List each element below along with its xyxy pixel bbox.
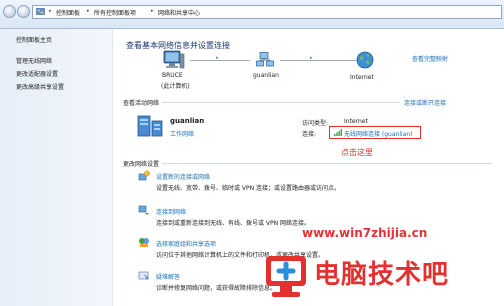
forward-button[interactable] xyxy=(17,5,30,18)
task-troubleshoot[interactable]: 疑难解答 xyxy=(156,272,180,281)
change-settings-heading: 更改网络设置 xyxy=(123,161,160,168)
breadcrumb-all-items[interactable]: 所有控制面板项 xyxy=(94,8,136,17)
breadcrumb-control-panel[interactable]: 控制面板 xyxy=(56,8,80,17)
full-map-link[interactable]: 查看完整映射 xyxy=(412,54,448,63)
brand-text: 电脑技术吧 xyxy=(314,260,450,290)
sidebar-item-home[interactable]: 控制面板主页 xyxy=(16,35,52,44)
map-connector-line xyxy=(190,60,250,61)
sidebar-item-manage-wireless[interactable]: 管理无线网络 xyxy=(16,56,52,65)
map-computer-name: BRUCE xyxy=(162,72,183,79)
computer-icon xyxy=(163,50,185,72)
sidebar-item-advanced-sharing[interactable]: 更改高级共享设置 xyxy=(16,82,64,91)
connect-disconnect-link[interactable]: 连接或断开连接 xyxy=(404,98,446,107)
homegroup-icon xyxy=(138,236,150,250)
map-internet-label: Internet xyxy=(350,74,374,81)
map-connector-line xyxy=(280,60,356,61)
control-panel-icon xyxy=(36,8,45,18)
connect-network-icon xyxy=(138,204,150,218)
computer-logo-icon xyxy=(262,252,312,302)
network-icon xyxy=(256,52,274,70)
click-here-annotation: 点击这里 xyxy=(341,148,373,157)
task-connect-network[interactable]: 连接到网络 xyxy=(156,207,186,216)
section-divider xyxy=(162,163,492,164)
breadcrumb-separator-icon: ▸ xyxy=(151,8,154,14)
new-connection-icon xyxy=(138,170,150,184)
address-bar: ▸ 控制面板 ▸ 所有控制面板项 ▸ 网络和共享中心 xyxy=(0,0,504,29)
sidebar-item-adapter-settings[interactable]: 更改适配器设置 xyxy=(16,69,58,78)
highlight-box xyxy=(329,126,421,139)
task-setup-connection[interactable]: 设置新的连接或网络 xyxy=(156,172,210,181)
section-divider xyxy=(162,102,400,103)
work-network-icon xyxy=(136,112,164,140)
map-network-name: guanlian xyxy=(253,72,279,79)
back-button[interactable] xyxy=(3,5,16,18)
brand-watermark: 电脑技术吧 xyxy=(262,250,504,306)
watermark-url: www.win7zhijia.cn xyxy=(302,226,428,240)
breadcrumb-separator-icon: ▸ xyxy=(87,8,90,14)
connections-label: 连接: xyxy=(302,131,317,138)
active-network-name: guanlian xyxy=(170,117,205,125)
sidebar: 控制面板主页 管理无线网络 更改适配器设置 更改高级共享设置 xyxy=(0,29,113,306)
network-type-link[interactable]: 工作网络 xyxy=(170,129,194,138)
map-arrow-icon: ▸ xyxy=(216,55,219,61)
access-type-label: 访问类型: xyxy=(302,120,329,127)
troubleshoot-icon xyxy=(138,270,150,284)
task-troubleshoot-desc: 诊断并修复网络问题，或获得故障排除信息。 xyxy=(156,285,277,292)
task-setup-connection-desc: 设置无线、宽带、拨号、临时或 VPN 连接；或设置路由器或访问点。 xyxy=(156,185,341,192)
active-networks-heading: 查看活动网络 xyxy=(123,100,160,107)
breadcrumb-separator-icon: ▸ xyxy=(49,8,52,14)
breadcrumb-network-center[interactable]: 网络和共享中心 xyxy=(158,8,200,17)
globe-icon xyxy=(356,51,374,71)
task-connect-network-desc: 连接到或重新连接到无线、有线、拨号或 VPN 网络连接。 xyxy=(156,220,311,227)
task-homegroup-sharing[interactable]: 选择家庭组和共享选项 xyxy=(156,239,216,248)
map-computer-sub: (此计算机) xyxy=(161,83,190,90)
map-arrow-icon: ▸ xyxy=(310,55,313,61)
address-field[interactable]: ▸ 控制面板 ▸ 所有控制面板项 ▸ 网络和共享中心 xyxy=(32,5,502,19)
access-type-value: Internet xyxy=(344,118,368,125)
